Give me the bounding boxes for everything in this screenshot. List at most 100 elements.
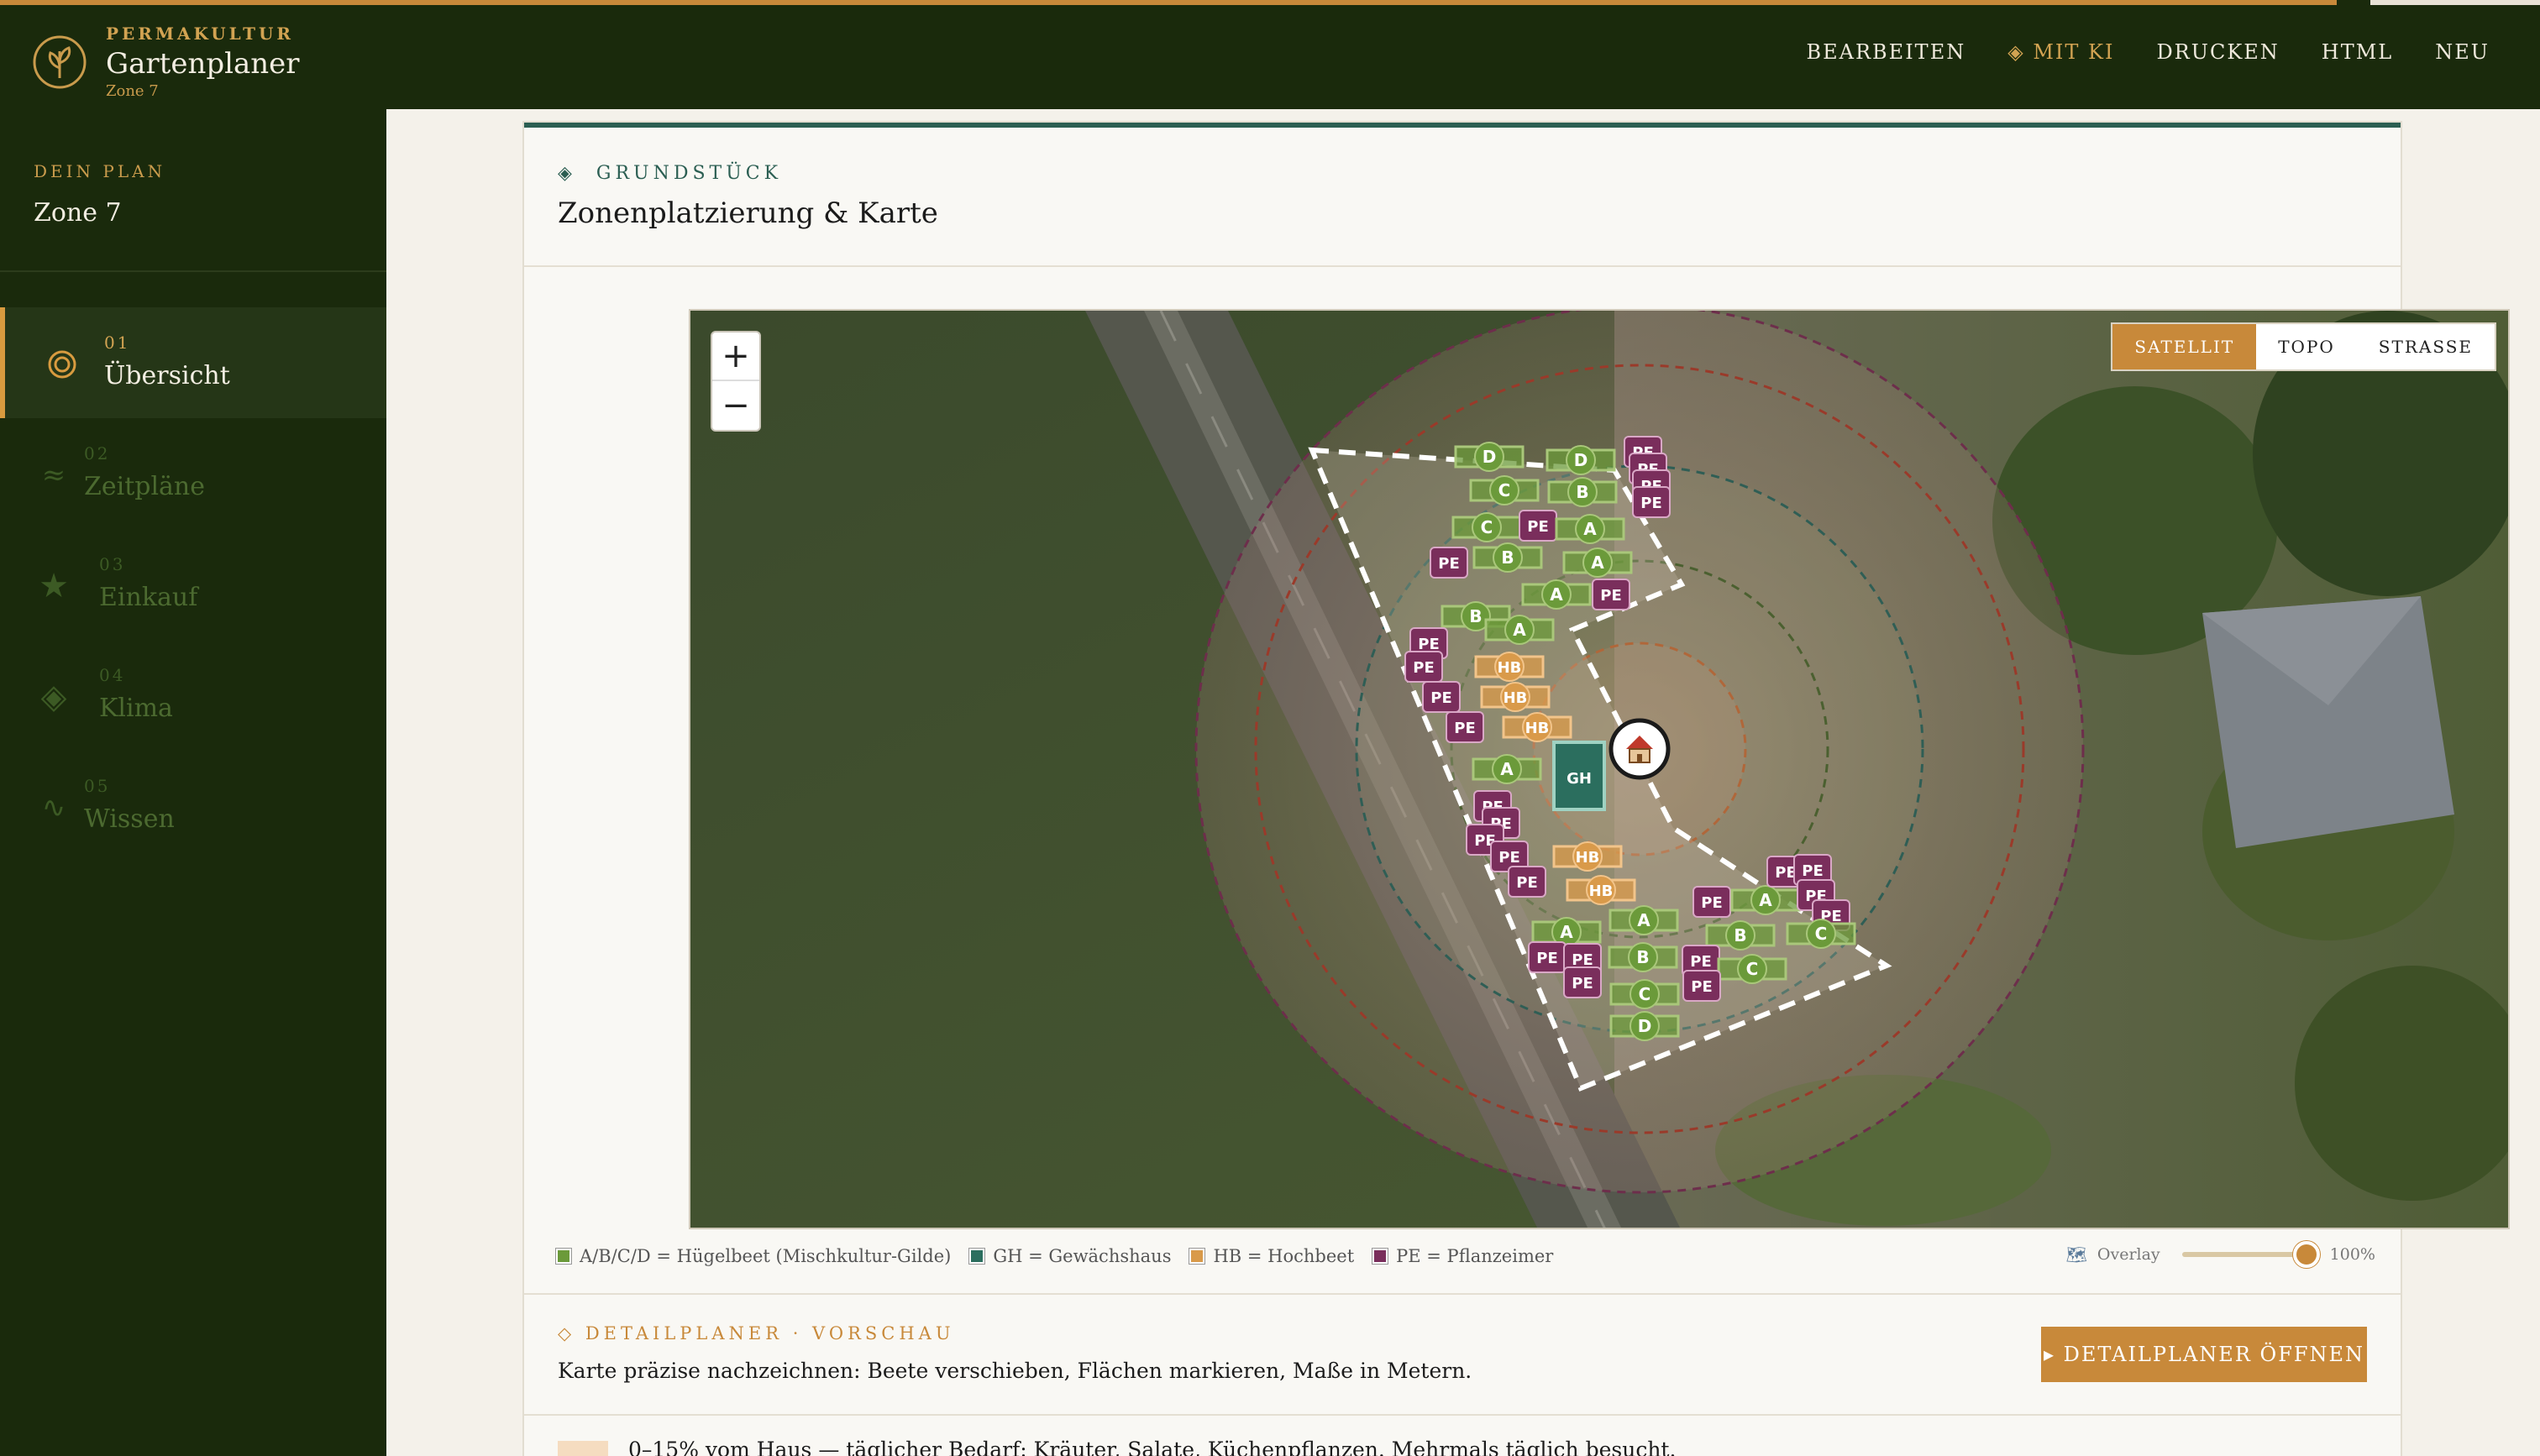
legend-label: A/B/C/D = Hügelbeet (Mischkultur-Gilde) xyxy=(580,1246,952,1266)
card-divider xyxy=(524,1414,2401,1416)
legend-item: HB = Hochbeet xyxy=(1189,1246,1354,1266)
sidebar-item-climate[interactable]: ◈ 04 Klima xyxy=(0,640,386,751)
card-title: Zonenplatzierung & Karte xyxy=(558,196,938,230)
sidebar-item-number: 04 xyxy=(99,665,126,685)
sidebar-item-label: Übersicht xyxy=(104,361,230,390)
sidebar-item-schedules[interactable]: ≈ 02 Zeitpläne xyxy=(0,418,386,529)
mound-bed-marker[interactable]: A xyxy=(1608,905,1679,935)
diamond-outline-icon: ◇ xyxy=(558,1323,576,1343)
mound-bed-marker[interactable]: D xyxy=(1609,1011,1680,1041)
mound-bed-marker[interactable]: C xyxy=(1717,954,1787,984)
raised-bed-marker[interactable]: HB xyxy=(1566,875,1636,905)
plant-bucket-marker[interactable]: PE xyxy=(1519,510,1557,542)
mound-bed-marker[interactable]: A xyxy=(1730,885,1801,915)
raised-bed-marker[interactable]: HB xyxy=(1480,682,1551,712)
mound-bed-marker[interactable]: A xyxy=(1555,514,1625,544)
mound-bed-marker[interactable]: A xyxy=(1562,547,1633,578)
bed-label: PE xyxy=(1600,587,1622,605)
sidebar-item-overview[interactable]: 01 Übersicht xyxy=(0,307,386,418)
sidebar-item-number: 02 xyxy=(84,443,111,464)
bed-label: A xyxy=(1637,910,1650,930)
bed-label: C xyxy=(1746,959,1759,979)
bed-label: PE xyxy=(1498,849,1520,867)
card-divider xyxy=(524,265,2401,267)
bed-label: PE xyxy=(1802,862,1824,880)
overlay-label: Overlay xyxy=(2097,1245,2160,1264)
plant-bucket-marker[interactable]: PE xyxy=(1563,966,1602,998)
edit-button[interactable]: BEARBEITEN xyxy=(1806,40,1965,64)
html-button[interactable]: HTML xyxy=(2322,40,2393,64)
bed-label: C xyxy=(1815,924,1828,944)
layer-topo-button[interactable]: TOPO xyxy=(2256,324,2357,369)
bed-label: PE xyxy=(1572,951,1593,969)
raised-bed-marker[interactable]: HB xyxy=(1474,652,1545,682)
raised-bed-marker[interactable]: HB xyxy=(1552,841,1623,872)
sidebar-item-knowledge[interactable]: ∿ 05 Wissen xyxy=(0,751,386,862)
legend-swatch xyxy=(1372,1248,1389,1265)
bed-label: HB xyxy=(1525,720,1550,737)
bed-label: PE xyxy=(1701,894,1723,912)
zoom-control: + − xyxy=(711,331,761,432)
slider-handle[interactable] xyxy=(2292,1241,2320,1268)
diamond-icon: ◈ xyxy=(558,163,576,184)
bed-label: PE xyxy=(1572,975,1593,992)
legend-swatch xyxy=(968,1248,986,1265)
print-button[interactable]: DRUCKEN xyxy=(2156,40,2279,64)
zoom-in-button[interactable]: + xyxy=(712,333,759,381)
plant-bucket-marker[interactable]: PE xyxy=(1508,866,1546,898)
leaf-logo-icon xyxy=(33,35,87,88)
mound-bed-marker[interactable]: B xyxy=(1472,542,1543,573)
mound-bed-marker[interactable]: B xyxy=(1608,942,1678,972)
mound-bed-marker[interactable]: C xyxy=(1451,512,1522,542)
mound-bed-marker[interactable]: C xyxy=(1786,919,1856,949)
bed-label: B xyxy=(1576,482,1588,502)
greenhouse-marker[interactable]: GH xyxy=(1552,741,1606,811)
plant-bucket-marker[interactable]: PE xyxy=(1446,711,1484,743)
detail-kicker: ◇ DETAILPLANER · VORSCHAU xyxy=(558,1323,955,1343)
plant-bucket-marker[interactable]: PE xyxy=(1528,941,1567,973)
sidebar-item-shopping[interactable]: ★ 03 Einkauf xyxy=(0,529,386,640)
zoom-out-button[interactable]: − xyxy=(712,381,759,430)
brand[interactable]: PERMAKULTUR Gartenplaner Zone 7 xyxy=(32,24,300,100)
raised-bed-marker[interactable]: HB xyxy=(1502,712,1572,742)
plant-bucket-marker[interactable]: PE xyxy=(1404,651,1443,683)
mound-bed-marker[interactable]: C xyxy=(1609,979,1680,1009)
legend-label: PE = Pflanzeimer xyxy=(1396,1246,1554,1266)
diamond-icon: ◈ xyxy=(40,678,67,716)
detail-kicker-label: DETAILPLANER · VORSCHAU xyxy=(585,1323,955,1343)
mound-bed-marker[interactable]: B xyxy=(1547,477,1618,507)
bed-label: HB xyxy=(1504,689,1528,707)
bed-label: PE xyxy=(1527,518,1549,536)
bed-label: C xyxy=(1481,517,1493,537)
mound-bed-marker[interactable]: A xyxy=(1521,579,1592,610)
app-title: Gartenplaner xyxy=(106,47,300,81)
map-view[interactable]: DDCBCPEAPEBAAPEBAPEPEHBPEHBPEHBAPEPEPEPE… xyxy=(689,309,2510,1229)
mound-bed-marker[interactable]: D xyxy=(1454,442,1525,472)
card-accent xyxy=(524,123,2401,128)
bed-label: A xyxy=(1513,620,1526,640)
bed-label: B xyxy=(1469,606,1482,626)
plant-bucket-marker[interactable]: PE xyxy=(1430,547,1468,579)
wave-icon: ≈ xyxy=(41,458,66,492)
plant-bucket-marker[interactable]: PE xyxy=(1592,579,1630,610)
bed-label: D xyxy=(1483,447,1497,467)
open-detail-planner-button[interactable]: ▸ DETAILPLANER ÖFFNEN xyxy=(2041,1327,2367,1382)
bed-markers[interactable]: DDCBCPEAPEBAAPEBAPEPEHBPEHBPEHBAPEPEPEPE… xyxy=(690,311,2510,1229)
ai-button[interactable]: ◈ MIT KI xyxy=(2007,40,2114,64)
mound-bed-marker[interactable]: D xyxy=(1546,445,1616,475)
layer-street-button[interactable]: STRASSE xyxy=(2357,324,2495,369)
zone-badge: Z1 xyxy=(558,1441,608,1456)
overlay-slider[interactable] xyxy=(2181,1241,2320,1268)
mound-bed-marker[interactable]: A xyxy=(1472,754,1542,784)
bed-label: HB xyxy=(1498,659,1522,677)
layer-satellite-button[interactable]: SATELLIT xyxy=(2112,324,2257,369)
plant-bucket-marker[interactable]: PE xyxy=(1632,486,1671,518)
plant-bucket-marker[interactable]: PE xyxy=(1422,681,1461,713)
bed-label: C xyxy=(1639,984,1651,1004)
mound-bed-marker[interactable]: A xyxy=(1484,615,1555,645)
plant-bucket-marker[interactable]: PE xyxy=(1692,886,1731,918)
card-kicker: ◈ GRUNDSTÜCK xyxy=(558,163,782,184)
plant-bucket-marker[interactable]: PE xyxy=(1682,970,1721,1002)
new-button[interactable]: NEU xyxy=(2435,40,2490,64)
mound-bed-marker[interactable]: C xyxy=(1469,475,1540,505)
